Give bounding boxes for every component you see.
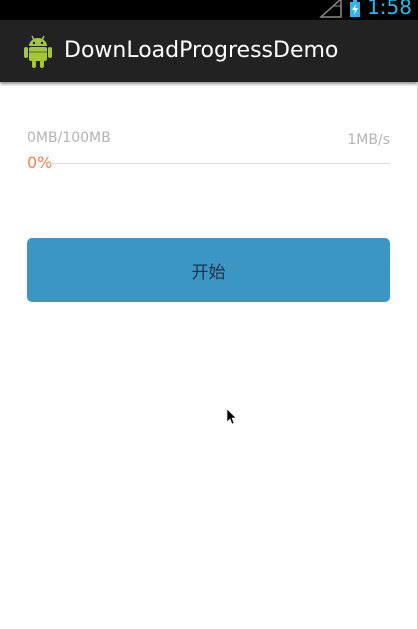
battery-charging-icon <box>350 0 361 17</box>
download-size-label: 0MB/100MB <box>27 130 111 146</box>
app-title: DownLoadProgressDemo <box>64 38 339 63</box>
mouse-cursor-icon <box>227 409 237 425</box>
progress-bar <box>47 163 390 164</box>
download-progress: 0MB/100MB 1MB/s 0% <box>27 128 390 176</box>
status-icons: 1:58 <box>319 0 412 18</box>
start-button[interactable]: 开始 <box>27 238 390 302</box>
status-bar: 1:58 <box>0 0 418 20</box>
status-clock: 1:58 <box>367 0 412 19</box>
android-robot-icon <box>24 35 52 68</box>
signal-icon <box>319 0 342 18</box>
action-bar: DownLoadProgressDemo <box>0 20 418 82</box>
download-speed-label: 1MB/s <box>347 132 390 148</box>
